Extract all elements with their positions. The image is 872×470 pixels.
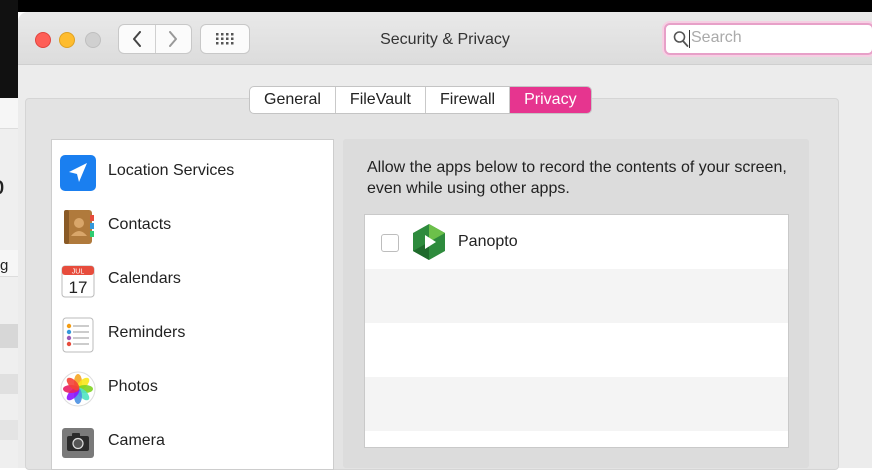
tab-filevault[interactable]: FileVault	[334, 87, 425, 113]
empty-list-row	[365, 269, 788, 323]
sidebar-item-label: Reminders	[108, 324, 186, 341]
search-placeholder: Search	[691, 29, 742, 46]
calendar-month-text: JUL	[72, 269, 85, 276]
search-field[interactable]: Search	[664, 23, 872, 55]
background-dark-area	[0, 0, 18, 98]
privacy-category-list: Location Services Contacts JUL 17 Calend…	[51, 139, 334, 470]
title-bar: Security & Privacy Search	[18, 12, 872, 65]
calendar-day-text: 17	[69, 278, 88, 297]
sidebar-item-photos[interactable]: Photos	[52, 362, 333, 416]
sidebar-item-label: Contacts	[108, 216, 172, 233]
tab-privacy[interactable]: Privacy	[509, 87, 591, 113]
list-item: Panopto	[365, 215, 788, 269]
background-glyph: g	[0, 257, 9, 274]
search-icon	[673, 31, 689, 47]
sidebar-item-label: Location Services	[108, 162, 235, 179]
photos-flower-icon	[60, 371, 96, 407]
background-window-edge: p g	[0, 0, 18, 468]
empty-list-row	[365, 323, 788, 377]
sidebar-item-label: Photos	[108, 378, 158, 395]
sidebar-item-reminders[interactable]: Reminders	[52, 308, 333, 362]
app-list: Panopto	[364, 214, 789, 448]
background-gray-block	[0, 374, 18, 394]
background-gray-block	[0, 420, 18, 440]
reminders-list-icon	[62, 317, 94, 353]
sidebar-item-label: Calendars	[108, 270, 181, 287]
calendar-icon: JUL 17	[61, 265, 95, 298]
sidebar-item-label: Camera	[108, 432, 165, 449]
sidebar-item-calendars[interactable]: JUL 17 Calendars	[52, 254, 333, 308]
tab-firewall[interactable]: Firewall	[424, 87, 509, 113]
background-gray-block	[0, 324, 18, 348]
location-arrow-icon	[60, 155, 96, 191]
sidebar-item-location-services[interactable]: Location Services	[52, 146, 333, 200]
panopto-icon	[413, 224, 445, 260]
tab-general[interactable]: General	[250, 87, 335, 113]
contacts-book-icon	[64, 210, 94, 244]
empty-list-row	[365, 377, 788, 431]
sidebar-item-contacts[interactable]: Contacts	[52, 200, 333, 254]
screen-recording-description: Allow the apps below to record the conte…	[367, 159, 787, 197]
background-glyph: p	[0, 170, 4, 201]
tab-bar: General FileVault Firewall Privacy	[249, 86, 592, 114]
app-name: Panopto	[458, 233, 518, 250]
screen-top-bar	[0, 0, 872, 12]
empty-list-row	[365, 431, 788, 447]
sidebar-item-camera[interactable]: Camera	[52, 416, 333, 470]
app-permission-checkbox[interactable]	[381, 234, 399, 252]
text-cursor	[689, 30, 690, 48]
background-strip	[0, 98, 18, 129]
camera-icon	[62, 428, 94, 458]
